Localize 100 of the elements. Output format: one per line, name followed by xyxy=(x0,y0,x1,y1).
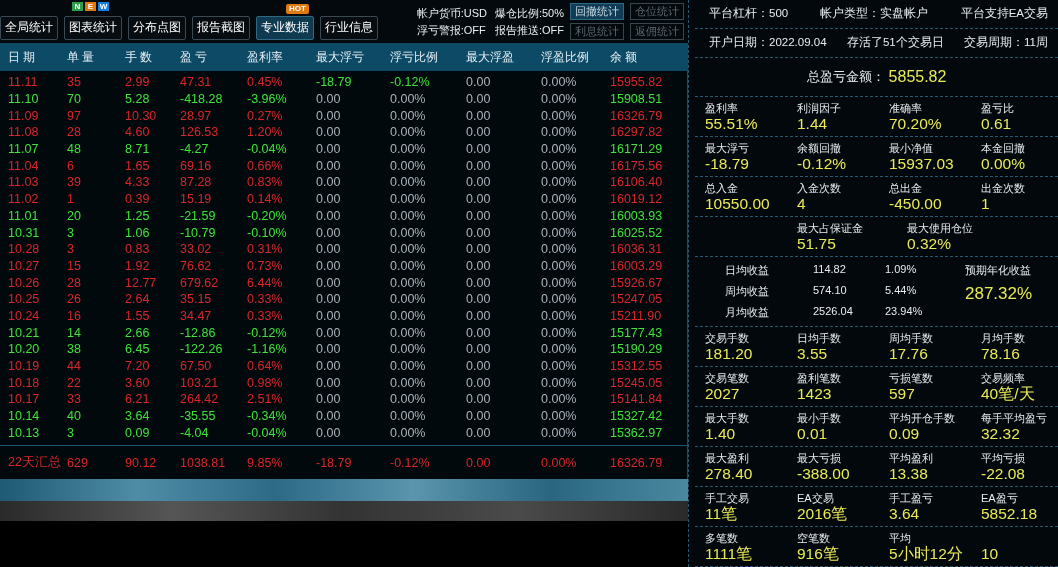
average-percent: 5.44% xyxy=(885,284,918,298)
stats-button[interactable]: 回撤统计 xyxy=(570,3,624,20)
stat-label: 余额回撤 xyxy=(797,141,842,155)
summary-cell-text: 90.12 xyxy=(125,455,158,470)
table-cell-text: -21.59 xyxy=(180,208,217,223)
stat-label: 多笔数 xyxy=(705,531,739,545)
table-cell-text: 0.00 xyxy=(466,308,492,323)
table-cell-text: 10.26 xyxy=(8,275,41,290)
table-cell-text: 7.20 xyxy=(125,359,151,374)
table-cell-text: 16175.56 xyxy=(610,158,664,173)
table-cell-text: 6.44% xyxy=(247,275,284,290)
table-cell-text: 1 xyxy=(67,192,75,207)
table-cell-text: 10.27 xyxy=(8,258,41,273)
stat-value: -388.00 xyxy=(797,465,851,483)
table-cell-text: 0.00 xyxy=(316,392,342,407)
table-cell-text: 0.00% xyxy=(541,359,578,374)
table-cell-text: 0.00% xyxy=(390,108,427,123)
table-cell-text: 76.62 xyxy=(180,258,213,273)
average-percent: 1.09% xyxy=(885,263,918,277)
table-cell-text: 0.45% xyxy=(247,75,284,90)
table-cell-text: 28.97 xyxy=(180,108,213,123)
tab-button[interactable]: 专业数据 xyxy=(256,15,314,40)
table-cell-text: 0.00 xyxy=(316,242,342,257)
table-cell-text: 3 xyxy=(67,425,75,440)
table-cell-text: 67.50 xyxy=(180,359,213,374)
table-cell-text: 10.24 xyxy=(8,308,41,323)
table-cell-text: -0.10% xyxy=(247,225,288,240)
table-cell-text: 1.20% xyxy=(247,125,284,140)
table-cell-text: 15955.82 xyxy=(610,75,664,90)
table-cell-text: 20 xyxy=(67,208,82,223)
table-cell-text: 3.60 xyxy=(125,375,151,390)
column-header: 最大浮盈 xyxy=(466,48,515,66)
table-cell-text: 0.00% xyxy=(390,308,427,323)
table-cell-text: 10.18 xyxy=(8,375,41,390)
stat-label: 最小手数 xyxy=(797,411,842,425)
tab-button[interactable]: 全局统计 xyxy=(0,15,58,40)
stat-label: 平均 xyxy=(889,531,912,545)
table-cell-text: 0.00 xyxy=(466,392,492,407)
tab-button[interactable]: 行业信息 xyxy=(320,15,378,40)
stat-label: 利润因子 xyxy=(797,101,842,115)
stat-label: 日均手数 xyxy=(797,331,842,345)
average-value: 574.10 xyxy=(813,284,848,298)
stat-value: -0.12% xyxy=(797,155,848,173)
stat-value: 3.64 xyxy=(889,505,921,523)
table-cell-text: 40 xyxy=(67,409,82,424)
stat-label: 准确率 xyxy=(889,101,923,115)
table-cell-text: 16 xyxy=(67,308,82,323)
table-cell-text: 0.00 xyxy=(316,375,342,390)
table-cell-text: 10.19 xyxy=(8,359,41,374)
account-setting-text: 帐户货币:USD xyxy=(416,5,487,21)
table-cell-text: 87.28 xyxy=(180,175,213,190)
table-cell-text: 0.00 xyxy=(466,409,492,424)
stat-label: 最大亏损 xyxy=(797,451,842,465)
table-cell-text: 0.00 xyxy=(316,92,342,107)
table-cell-text: 0.00% xyxy=(541,308,578,323)
table-cell-text: 0.00 xyxy=(466,342,492,357)
stat-label: 出金次数 xyxy=(981,181,1026,195)
stat-label: 亏损笔数 xyxy=(889,371,934,385)
table-cell-text: 16297.82 xyxy=(610,125,664,140)
average-label: 日均收益 xyxy=(725,263,770,278)
table-cell-text: 69.16 xyxy=(180,158,213,173)
table-cell-text: -0.20% xyxy=(247,208,288,223)
table-cell-text: 3 xyxy=(67,242,75,257)
table-cell-text: 16025.52 xyxy=(610,225,664,240)
table-cell-text: 16019.12 xyxy=(610,192,664,207)
stat-value: 1423 xyxy=(797,385,833,403)
table-cell-text: -0.12% xyxy=(390,75,431,90)
table-cell-text: 0.00% xyxy=(390,242,427,257)
table-cell-text: 22 xyxy=(67,375,82,390)
tab-button[interactable]: 分布点图 xyxy=(128,15,186,40)
stat-value: -22.08 xyxy=(981,465,1026,483)
table-cell-text: 0.83 xyxy=(125,242,151,257)
table-cell-text: 10.14 xyxy=(8,409,41,424)
table-cell-text: 12.77 xyxy=(125,275,158,290)
table-cell-text: 0.00 xyxy=(466,192,492,207)
tab-button[interactable]: 报告截图 xyxy=(192,15,250,40)
table-cell-text: 0.00 xyxy=(316,409,342,424)
tab-button[interactable]: 图表统计 xyxy=(64,15,122,40)
column-header: 浮盈比例 xyxy=(541,48,590,66)
table-cell-text: 0.00% xyxy=(541,325,578,340)
table-cell-text: 15362.97 xyxy=(610,425,664,440)
table-cell-text: 1.65 xyxy=(125,158,151,173)
table-cell-text: 0.33% xyxy=(247,308,284,323)
column-header: 盈利率 xyxy=(247,48,284,66)
table-cell-text: -418.28 xyxy=(180,92,224,107)
table-cell-text: 0.00 xyxy=(466,108,492,123)
table-cell-text: 0.00% xyxy=(541,275,578,290)
table-cell-text: 0.00 xyxy=(316,208,342,223)
stat-value: 55.51% xyxy=(705,115,759,133)
table-cell-text: 11.08 xyxy=(8,125,40,140)
table-cell-text: 0.00 xyxy=(466,359,492,374)
table-cell-text: 0.00 xyxy=(466,158,492,173)
table-cell-text: 10.20 xyxy=(8,342,41,357)
table-cell-text: 2.66 xyxy=(125,325,151,340)
table-cell-text: 10.28 xyxy=(8,242,41,257)
table-cell-text: 0.00% xyxy=(541,125,578,140)
stat-value: 0.32% xyxy=(907,235,952,253)
stat-label: 每手平均盈亏 xyxy=(981,411,1048,425)
table-cell-text: 0.00% xyxy=(541,225,578,240)
table-cell-text: 15327.42 xyxy=(610,409,664,424)
